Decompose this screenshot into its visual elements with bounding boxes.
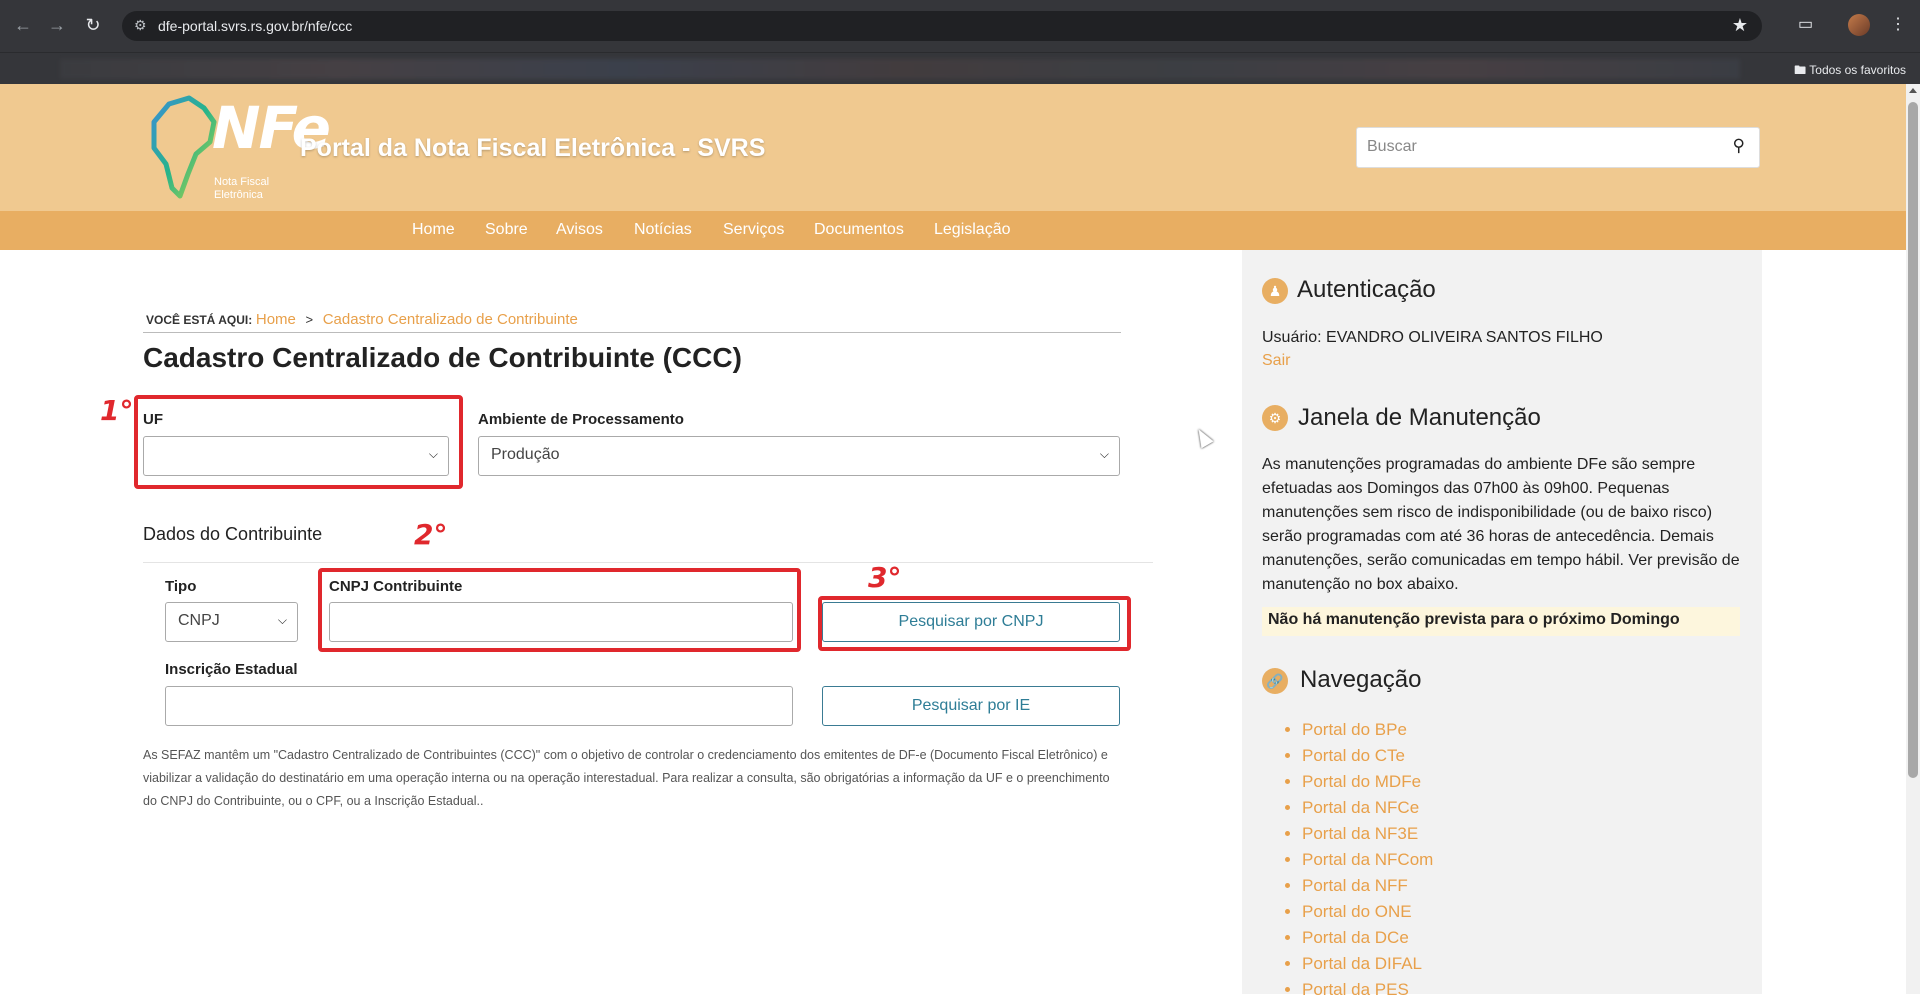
nav-link-one[interactable]: Portal do ONE xyxy=(1302,899,1433,925)
nav-link-cte[interactable]: Portal do CTe xyxy=(1302,743,1433,769)
site-title[interactable]: Portal da Nota Fiscal Eletrônica - SVRS xyxy=(300,134,765,163)
search-input[interactable] xyxy=(1367,138,1707,156)
site-settings-icon[interactable]: ⚙ xyxy=(134,17,147,34)
maintenance-text: As manutenções programadas do ambiente D… xyxy=(1262,456,1740,593)
ccc-description: As SEFAZ mantêm um "Cadastro Centralizad… xyxy=(143,748,1110,808)
annotation-number-2: 2° xyxy=(414,518,448,551)
menu-item-home[interactable]: Home xyxy=(412,221,455,239)
back-arrow-icon[interactable]: ← xyxy=(12,14,34,36)
breadcrumb-current[interactable]: Cadastro Centralizado de Contribuinte xyxy=(323,311,578,328)
maintenance-notice: Não há manutenção prevista para o próxim… xyxy=(1262,607,1740,636)
annotation-box-1 xyxy=(134,395,463,489)
menu-item-sobre[interactable]: Sobre xyxy=(485,221,528,239)
navigation-title: Navegação xyxy=(1300,666,1422,693)
page-title: Cadastro Centralizado de Contribuinte (C… xyxy=(143,342,742,373)
maintenance-title: Janela de Manutenção xyxy=(1298,404,1541,431)
breadcrumb-home-link[interactable]: Home xyxy=(256,311,296,328)
annotation-box-2 xyxy=(318,568,801,652)
extensions-icon[interactable]: ▭ xyxy=(1798,14,1813,34)
mouse-cursor xyxy=(1192,425,1214,449)
section-dados-contribuinte: Dados do Contribuinte xyxy=(143,524,323,544)
menu-item-noticias[interactable]: Notícias xyxy=(634,221,692,239)
nav-link-nf3e[interactable]: Portal da NF3E xyxy=(1302,821,1433,847)
menu-item-avisos[interactable]: Avisos xyxy=(556,221,603,239)
section-divider xyxy=(143,562,1153,563)
search-box: ⚲ xyxy=(1356,127,1760,168)
main-menu: Home Sobre Avisos Notícias Serviços Docu… xyxy=(0,211,1906,250)
search-ie-button[interactable]: Pesquisar por IE xyxy=(822,686,1120,726)
search-icon[interactable]: ⚲ xyxy=(1733,136,1745,156)
user-label: Usuário: EVANDRO OLIVEIRA SANTOS FILHO xyxy=(1262,329,1603,346)
bookmarks-blurred xyxy=(60,59,1740,79)
tipo-label: Tipo xyxy=(165,578,197,595)
logo-subtitle: Nota Fiscal Eletrônica xyxy=(214,176,270,201)
scrollbar-thumb[interactable] xyxy=(1908,102,1918,778)
auth-title: Autenticação xyxy=(1297,276,1436,303)
menu-item-servicos[interactable]: Serviços xyxy=(723,221,784,239)
brazil-map-logo-icon xyxy=(151,95,217,199)
gear-icon: ⚙ xyxy=(1262,405,1288,431)
breadcrumb: VOCÊ ESTÁ AQUI: Home > Cadastro Centrali… xyxy=(146,311,578,328)
nav-link-nfce[interactable]: Portal da NFCe xyxy=(1302,795,1433,821)
bookmarks-bar: 🖿 Todos os favoritos xyxy=(0,52,1920,84)
nav-link-bpe[interactable]: Portal do BPe xyxy=(1302,717,1433,743)
breadcrumb-divider xyxy=(143,332,1121,333)
annotation-number-3: 3° xyxy=(868,561,902,594)
nav-link-nfcom[interactable]: Portal da NFCom xyxy=(1302,847,1433,873)
nav-link-difal[interactable]: Portal da DIFAL xyxy=(1302,951,1433,977)
chevron-down-icon: ⌵ xyxy=(277,613,287,627)
ambiente-select[interactable]: Produção ⌵ xyxy=(478,436,1120,476)
navigation-list: Portal do BPe Portal do CTe Portal do MD… xyxy=(1280,717,1433,1003)
annotation-number-1: 1° xyxy=(100,394,134,427)
nav-link-mdfe[interactable]: Portal do MDFe xyxy=(1302,769,1433,795)
tipo-select[interactable]: CNPJ ⌵ xyxy=(165,602,298,642)
nav-link-pes[interactable]: Portal da PES xyxy=(1302,977,1433,1003)
user-icon: ♟ xyxy=(1262,278,1288,304)
bookmark-star-icon[interactable]: ★ xyxy=(1732,15,1748,36)
ie-input[interactable] xyxy=(165,686,793,726)
all-bookmarks-folder[interactable]: 🖿 Todos os favoritos xyxy=(1794,61,1906,82)
chevron-down-icon: ⌵ xyxy=(1099,447,1109,461)
address-bar[interactable]: ⚙ dfe-portal.svrs.rs.gov.br/nfe/ccc ★ xyxy=(122,11,1762,41)
browser-toolbar: ← → ↻ ⚙ dfe-portal.svrs.rs.gov.br/nfe/cc… xyxy=(0,0,1920,52)
menu-dots-icon[interactable]: ⋮ xyxy=(1890,14,1906,34)
profile-avatar[interactable] xyxy=(1848,14,1870,36)
logout-link[interactable]: Sair xyxy=(1262,349,1290,373)
nav-link-dce[interactable]: Portal da DCe xyxy=(1302,925,1433,951)
forward-arrow-icon[interactable]: → xyxy=(46,14,68,36)
reload-icon[interactable]: ↻ xyxy=(82,14,104,36)
breadcrumb-separator: > xyxy=(305,312,314,327)
scroll-up-icon[interactable] xyxy=(1909,88,1917,93)
annotation-box-3 xyxy=(818,596,1131,651)
menu-item-legislacao[interactable]: Legislação xyxy=(934,221,1011,239)
link-icon: 🔗 xyxy=(1262,668,1288,694)
url-text: dfe-portal.svrs.rs.gov.br/nfe/ccc xyxy=(158,18,353,34)
breadcrumb-label: VOCÊ ESTÁ AQUI: xyxy=(146,313,253,327)
menu-item-documentos[interactable]: Documentos xyxy=(814,221,904,239)
ie-label: Inscrição Estadual xyxy=(165,661,298,678)
ambiente-label: Ambiente de Processamento xyxy=(478,411,684,428)
nav-link-nff[interactable]: Portal da NFF xyxy=(1302,873,1433,899)
